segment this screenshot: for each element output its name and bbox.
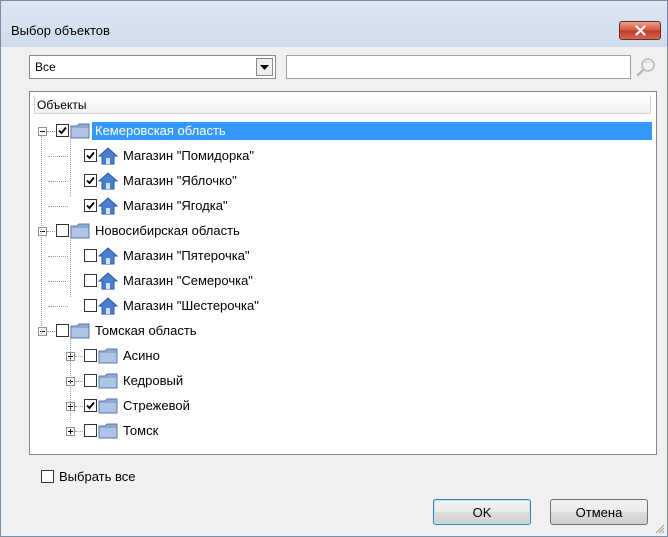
tree-connector <box>48 256 68 257</box>
tree-node-label: Томская область <box>95 323 197 338</box>
tree-node-checkbox[interactable] <box>56 324 69 337</box>
tree-node-label: Кемеровская область <box>92 122 652 140</box>
select-all-box[interactable] <box>41 470 54 483</box>
tree-connector <box>41 136 42 336</box>
tree-node-item[interactable]: Магазин "Ягодка" <box>30 194 656 219</box>
close-icon <box>635 25 646 36</box>
tree-node-label: Новосибирская область <box>95 223 240 238</box>
tree-node-checkbox[interactable] <box>84 249 97 262</box>
tree-node-checkbox[interactable] <box>84 199 97 212</box>
tree-connector <box>70 136 71 197</box>
folder-icon <box>70 222 90 240</box>
tree-connector <box>47 231 55 232</box>
folder-icon <box>98 397 118 415</box>
tree-connector <box>48 281 68 282</box>
folder-icon <box>98 372 118 390</box>
tree-node-item[interactable]: Стрежевой <box>30 394 656 419</box>
tree-connector <box>75 406 83 407</box>
house-icon <box>97 147 119 165</box>
tree-connector <box>48 156 68 157</box>
search-icon[interactable] <box>634 56 658 78</box>
objects-tree[interactable]: Объекты Кемеровская область Магазин "Поми… <box>29 91 657 455</box>
tree-node-region[interactable]: Кемеровская область <box>30 119 656 144</box>
tree-node-item[interactable]: Магазин "Яблочко" <box>30 169 656 194</box>
tree-node-region[interactable]: Новосибирская область <box>30 219 656 244</box>
tree-connector <box>47 131 55 132</box>
tree-node-item[interactable]: Томск <box>30 419 656 444</box>
tree-node-label: Асино <box>123 348 160 363</box>
collapse-icon[interactable] <box>38 227 47 236</box>
chevron-down-icon <box>260 65 269 70</box>
tree-node-label: Кедровый <box>123 373 184 388</box>
tree-node-checkbox[interactable] <box>84 349 97 362</box>
tree-connector <box>75 381 83 382</box>
select-all-label: Выбрать все <box>59 469 136 484</box>
collapse-icon[interactable] <box>38 327 47 336</box>
cancel-button[interactable]: Отмена <box>550 499 648 525</box>
tree-connector <box>48 306 68 307</box>
folder-icon <box>70 122 90 140</box>
tree-node-item[interactable]: Магазин "Помидорка" <box>30 144 656 169</box>
tree-node-label: Магазин "Помидорка" <box>123 148 255 163</box>
tree-node-item[interactable]: Асино <box>30 344 656 369</box>
tree-node-checkbox[interactable] <box>84 399 97 412</box>
tree-node-region[interactable]: Томская область <box>30 319 656 344</box>
tree-node-checkbox[interactable] <box>84 374 97 387</box>
dropdown-button[interactable] <box>256 58 273 76</box>
house-icon <box>97 247 119 265</box>
tree-node-item[interactable]: Магазин "Семерочка" <box>30 269 656 294</box>
tree-connector <box>75 356 83 357</box>
filter-selected-value: Все <box>35 60 56 74</box>
tree-rows: Кемеровская область Магазин "Помидорка" Ма… <box>30 92 656 454</box>
tree-node-checkbox[interactable] <box>56 124 69 137</box>
tree-node-item[interactable]: Магазин "Пятерочка" <box>30 244 656 269</box>
tree-connector <box>47 331 55 332</box>
expand-icon[interactable] <box>66 427 75 436</box>
tree-node-label: Стрежевой <box>123 398 190 413</box>
tree-node-checkbox[interactable] <box>84 174 97 187</box>
house-icon <box>97 272 119 290</box>
tree-connector <box>48 181 68 182</box>
tree-node-label: Магазин "Ягодка" <box>123 198 228 213</box>
folder-icon <box>70 322 90 340</box>
tree-node-label: Магазин "Шестерочка" <box>123 298 259 313</box>
tree-node-label: Магазин "Яблочко" <box>123 173 237 188</box>
object-selection-dialog: Выбор объектов Все Объекты Кемеровская о… <box>0 0 668 537</box>
tree-node-checkbox[interactable] <box>84 149 97 162</box>
folder-icon <box>98 422 118 440</box>
tree-node-checkbox[interactable] <box>84 424 97 437</box>
tree-connector <box>48 206 68 207</box>
resize-grip-icon[interactable] <box>653 522 665 534</box>
tree-connector <box>70 236 71 297</box>
folder-icon <box>98 347 118 365</box>
tree-node-checkbox[interactable] <box>84 299 97 312</box>
house-icon <box>97 197 119 215</box>
search-input[interactable] <box>286 55 631 79</box>
collapse-icon[interactable] <box>38 127 47 136</box>
window-title: Выбор объектов <box>11 23 110 38</box>
title-bar[interactable]: Выбор объектов <box>1 1 667 47</box>
tree-connector <box>70 336 71 422</box>
filter-dropdown[interactable]: Все <box>29 55 276 79</box>
tree-node-label: Магазин "Семерочка" <box>123 273 253 288</box>
tree-node-checkbox[interactable] <box>56 224 69 237</box>
ok-button[interactable]: OK <box>433 499 531 525</box>
tree-connector <box>75 431 83 432</box>
close-button[interactable] <box>619 21 661 40</box>
house-icon <box>97 172 119 190</box>
house-icon <box>97 297 119 315</box>
tree-node-label: Магазин "Пятерочка" <box>123 248 250 263</box>
tree-node-checkbox[interactable] <box>84 274 97 287</box>
tree-node-item[interactable]: Магазин "Шестерочка" <box>30 294 656 319</box>
tree-node-label: Томск <box>123 423 159 438</box>
tree-node-item[interactable]: Кедровый <box>30 369 656 394</box>
